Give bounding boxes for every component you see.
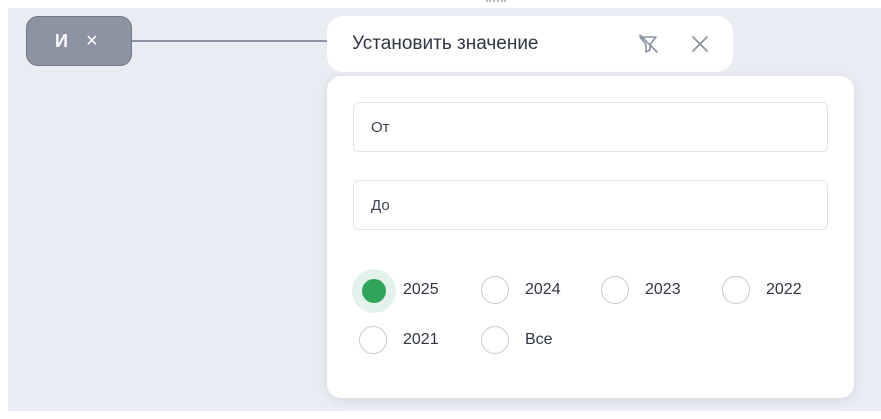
radio-2021[interactable]: 2021 — [359, 326, 439, 354]
radio-circle[interactable] — [481, 276, 509, 304]
radio-label: Все — [525, 331, 553, 348]
operator-label: И — [55, 30, 68, 51]
radio-2025[interactable]: 2025 — [352, 269, 439, 313]
operator-chip-and[interactable]: И × — [26, 16, 132, 66]
to-input[interactable] — [353, 180, 828, 230]
radio-circle[interactable] — [722, 276, 750, 304]
filter-off-icon[interactable] — [636, 32, 660, 56]
connector-line — [132, 40, 328, 42]
filter-panel: 2025 2024 2023 2022 2021 Все — [327, 76, 854, 398]
radio-circle[interactable] — [359, 326, 387, 354]
filter-title: Установить значение — [352, 33, 539, 54]
filter-header: Установить значение — [327, 16, 733, 72]
radio-label: 2024 — [525, 281, 561, 298]
radio-2023[interactable]: 2023 — [601, 276, 681, 304]
radio-circle[interactable] — [352, 269, 396, 313]
from-input[interactable] — [353, 102, 828, 152]
radio-label: 2022 — [766, 281, 802, 298]
radio-label: 2023 — [645, 281, 681, 298]
close-icon[interactable]: × — [86, 31, 98, 51]
radio-label: 2021 — [403, 331, 439, 348]
radio-2024[interactable]: 2024 — [481, 276, 561, 304]
drag-hint — [486, 0, 506, 6]
radio-all[interactable]: Все — [481, 326, 553, 354]
radio-circle[interactable] — [481, 326, 509, 354]
radio-2022[interactable]: 2022 — [722, 276, 802, 304]
close-icon[interactable] — [688, 32, 712, 56]
radio-circle[interactable] — [601, 276, 629, 304]
radio-label: 2025 — [403, 281, 439, 298]
